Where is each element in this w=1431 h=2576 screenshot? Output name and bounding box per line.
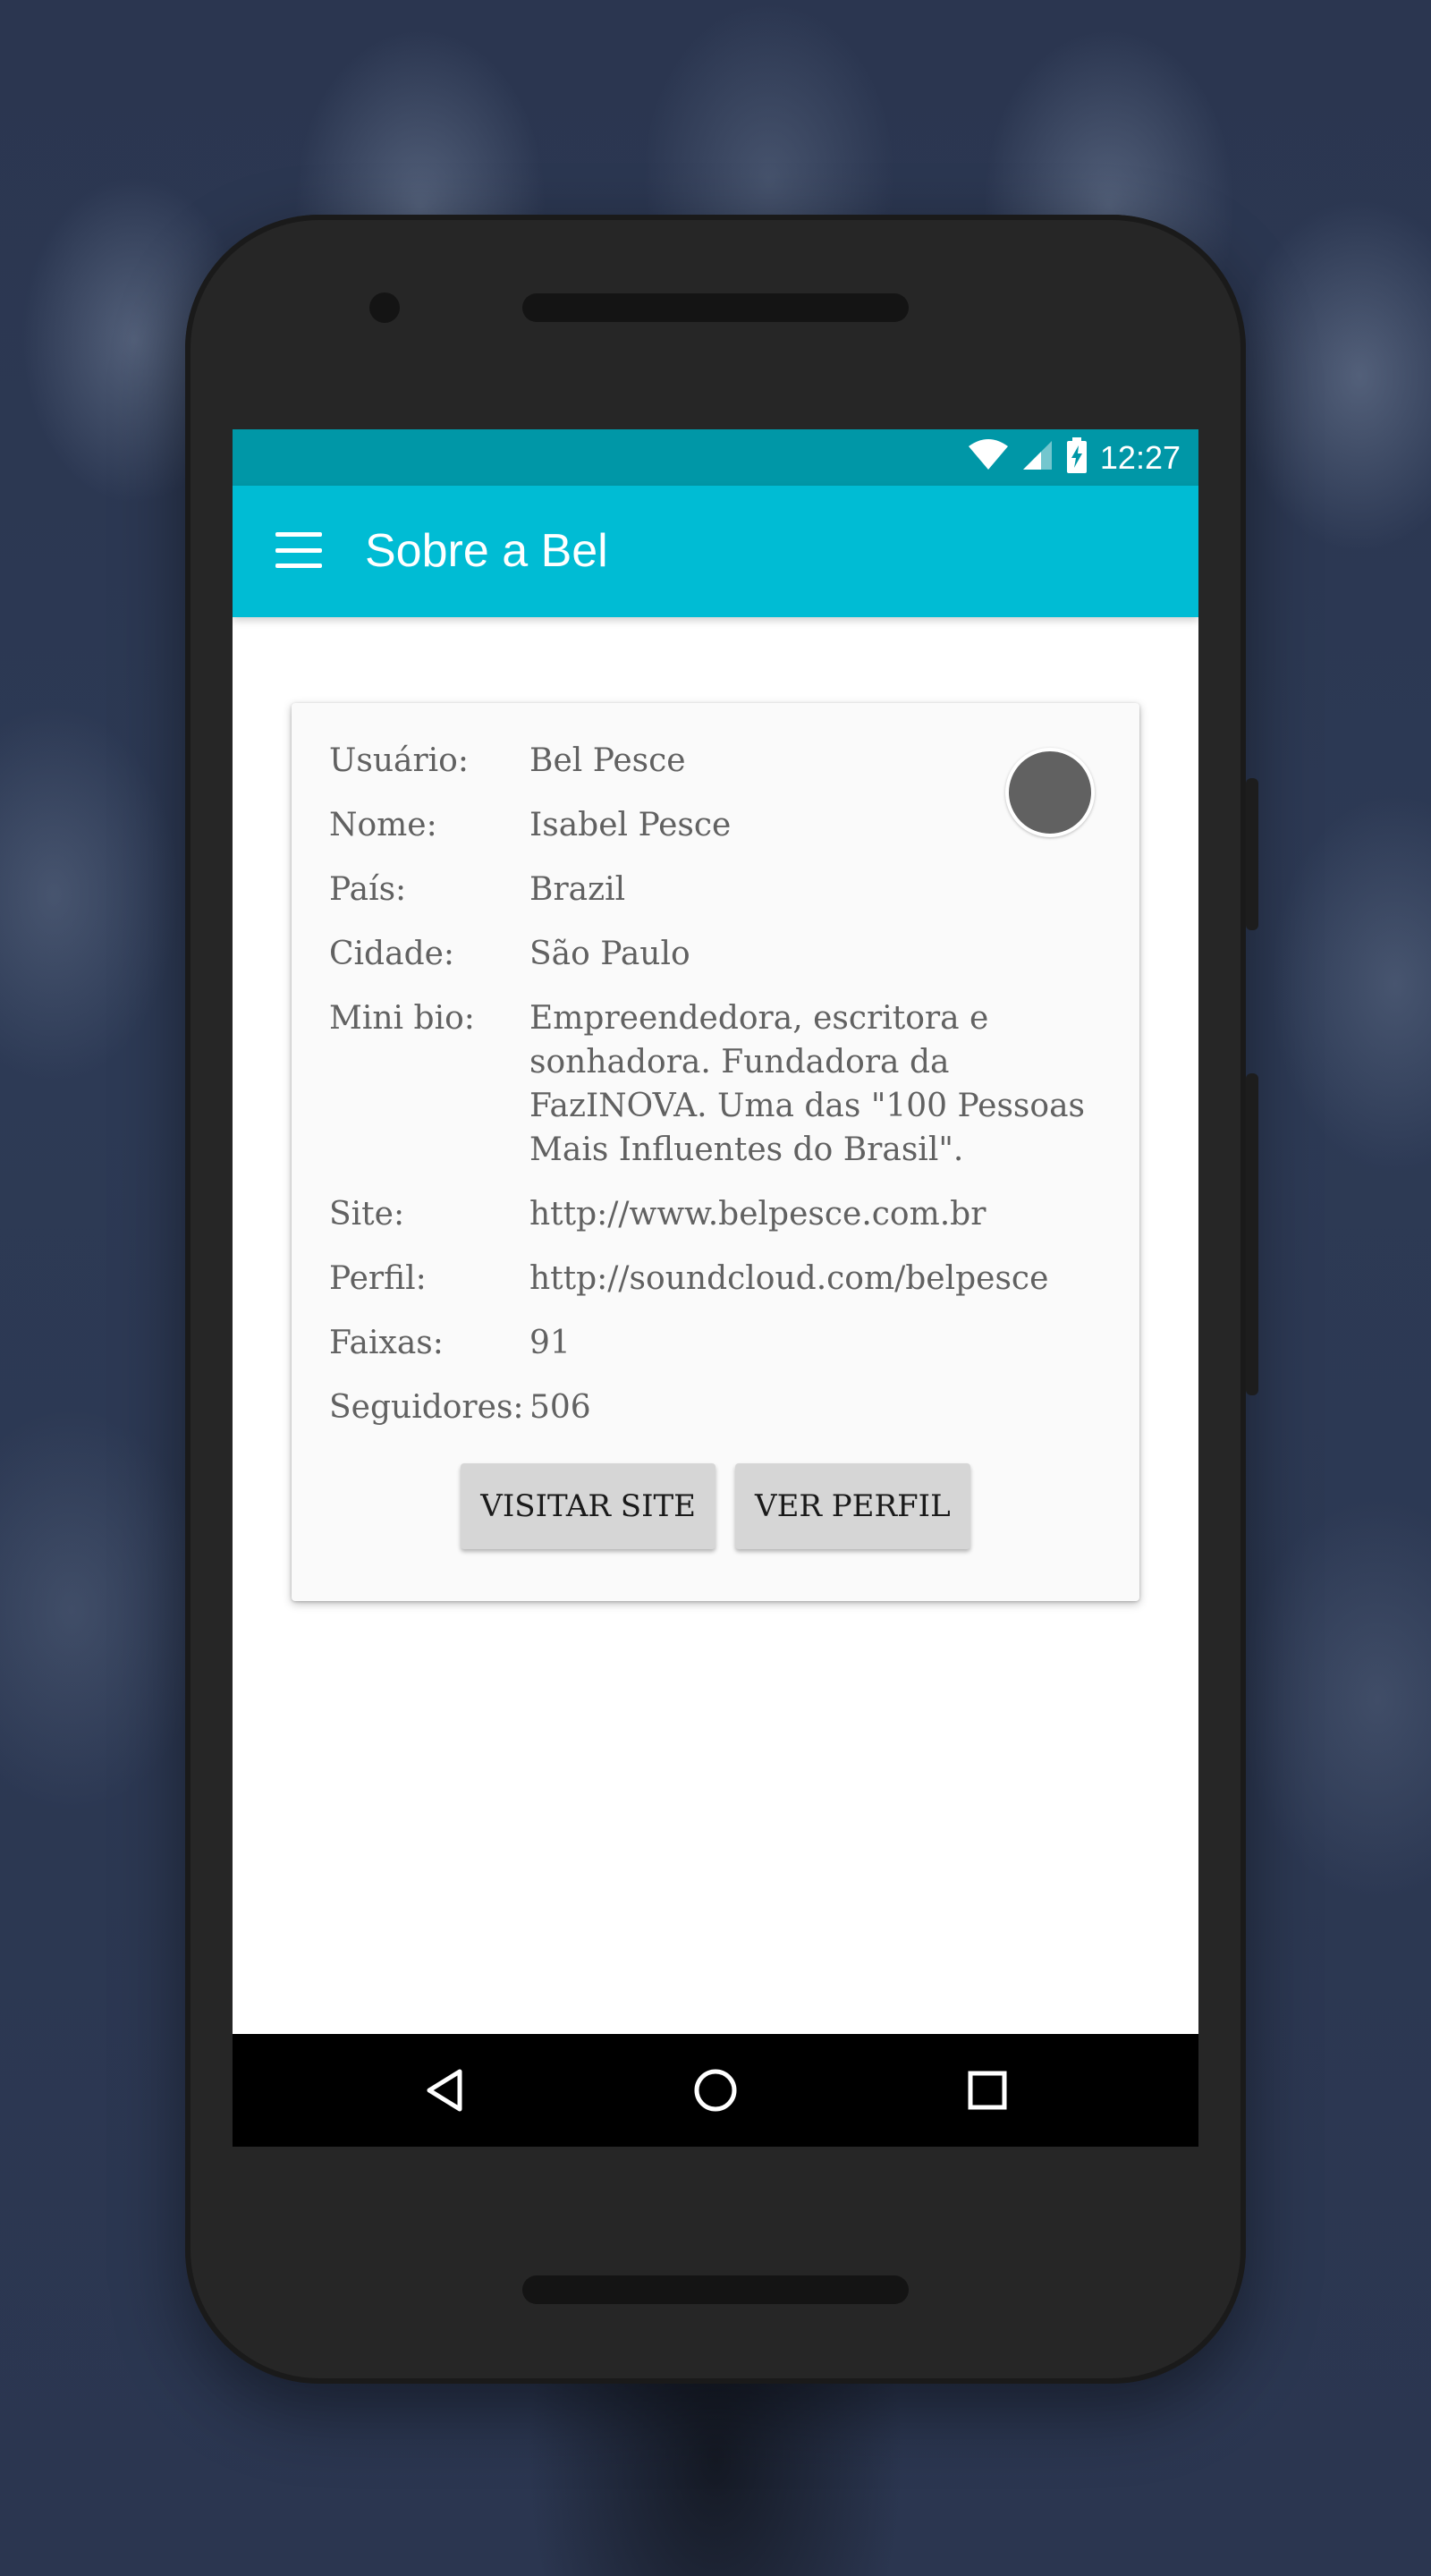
front-camera <box>369 292 400 323</box>
top-speaker <box>522 293 909 322</box>
volume-button <box>1246 1073 1258 1395</box>
recents-icon[interactable] <box>961 2063 1014 2117</box>
row-cidade: Cidade: São Paulo <box>329 932 1098 976</box>
value-pais: Brazil <box>529 871 626 908</box>
app-bar: Sobre a Bel <box>233 486 1198 617</box>
value-nome: Isabel Pesce <box>529 807 732 843</box>
profile-details: Usuário: Bel Pesce Nome: Isabel Pesce Pa… <box>329 739 1098 1450</box>
label-site: Site: <box>329 1196 405 1233</box>
power-button <box>1246 778 1258 930</box>
label-perfil: Perfil: <box>329 1260 427 1297</box>
label-faixas: Faixas: <box>329 1325 444 1361</box>
row-nome: Nome: Isabel Pesce <box>329 803 1098 847</box>
cellular-signal-icon <box>1021 439 1054 476</box>
value-seguidores: 506 <box>529 1389 591 1426</box>
page-title: Sobre a Bel <box>365 525 608 577</box>
label-usuario: Usuário: <box>329 742 469 779</box>
view-profile-button[interactable]: VER PERFIL <box>735 1463 970 1549</box>
site-link[interactable]: http://www.belpesce.com.br <box>529 1192 1098 1236</box>
status-bar: 12:27 <box>233 429 1198 486</box>
visit-site-button[interactable]: VISITAR SITE <box>461 1463 716 1549</box>
label-seguidores: Seguidores: <box>329 1389 524 1426</box>
row-seguidores: Seguidores: 506 <box>329 1385 1098 1429</box>
value-faixas: 91 <box>529 1325 571 1361</box>
label-cidade: Cidade: <box>329 936 455 972</box>
wifi-icon <box>968 439 1009 476</box>
status-time: 12:27 <box>1099 438 1181 476</box>
value-cidade: São Paulo <box>529 936 690 972</box>
row-mini-bio: Mini bio: Empreendedora, escritora e son… <box>329 996 1098 1172</box>
back-icon[interactable] <box>418 2063 471 2117</box>
menu-icon[interactable] <box>275 532 322 568</box>
profile-card: Usuário: Bel Pesce Nome: Isabel Pesce Pa… <box>292 703 1139 1601</box>
row-usuario: Usuário: Bel Pesce <box>329 739 1098 783</box>
label-pais: País: <box>329 871 407 908</box>
row-perfil: Perfil: http://soundcloud.com/belpesce <box>329 1257 1098 1301</box>
profile-link[interactable]: http://soundcloud.com/belpesce <box>529 1257 1098 1301</box>
row-site: Site: http://www.belpesce.com.br <box>329 1192 1098 1236</box>
battery-charging-icon <box>1066 437 1088 478</box>
label-nome: Nome: <box>329 807 437 843</box>
row-faixas: Faixas: 91 <box>329 1321 1098 1365</box>
value-mini-bio: Empreendedora, escritora e sonhadora. Fu… <box>529 1000 1085 1168</box>
card-actions: VISITAR SITE VER PERFIL <box>292 1463 1139 1549</box>
navigation-bar <box>233 2034 1198 2147</box>
value-usuario: Bel Pesce <box>529 742 686 779</box>
home-icon[interactable] <box>689 2063 742 2117</box>
bottom-speaker <box>522 2275 909 2304</box>
phone-screen: 12:27 Sobre a Bel Usuário: Bel Pesce Nom… <box>233 429 1198 2147</box>
row-pais: País: Brazil <box>329 868 1098 911</box>
label-mini-bio: Mini bio: <box>329 1000 475 1037</box>
